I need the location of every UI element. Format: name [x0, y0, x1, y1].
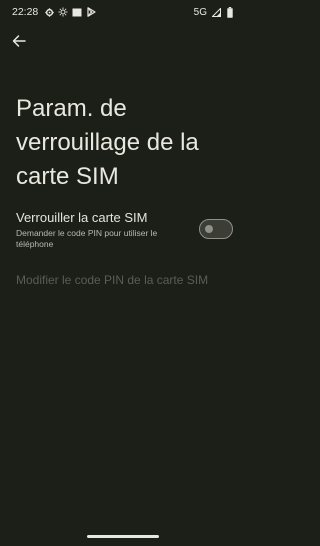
play-store-icon: [86, 7, 96, 17]
lock-sim-title: Verrouiller la carte SIM: [16, 210, 148, 225]
network-type: 5G: [193, 6, 207, 18]
lock-sim-setting[interactable]: Verrouiller la carte SIM Demander le cod…: [0, 207, 245, 253]
status-right: 5G: [193, 6, 235, 18]
screen: 22:28 5G Param. de verrouillage de la ca…: [0, 0, 245, 546]
status-time: 22:28: [12, 6, 39, 18]
page-title: Param. de verrouillage de la carte SIM: [16, 95, 199, 190]
gear-icon: [44, 7, 54, 17]
status-bar: 22:28 5G: [0, 0, 245, 24]
status-left: 22:28: [12, 6, 96, 18]
gesture-navigation-bar[interactable]: [86, 535, 159, 538]
change-pin-item[interactable]: Modifier le code PIN de la carte SIM: [16, 272, 236, 288]
lock-sim-summary: Demander le code PIN pour utiliser le té…: [16, 228, 158, 249]
signal-icon: [211, 7, 221, 17]
arrow-back-icon: [12, 34, 26, 53]
lock-sim-toggle[interactable]: [199, 219, 233, 239]
battery-icon: [225, 6, 235, 18]
square-icon: [72, 7, 82, 17]
brightness-icon: [58, 7, 68, 17]
toggle-thumb: [205, 225, 213, 233]
back-button[interactable]: [8, 32, 30, 54]
